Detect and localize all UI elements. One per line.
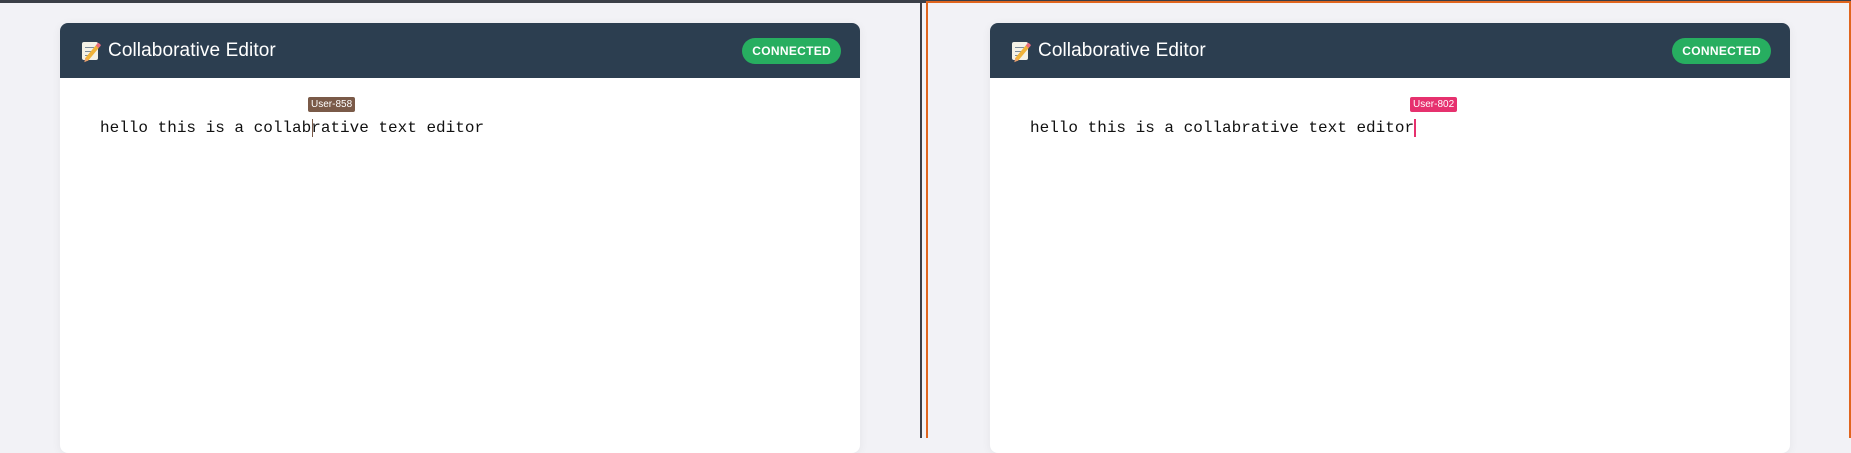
editor-content[interactable]: hello this is a collabrative text editor: [100, 119, 484, 137]
memo-icon: [80, 40, 102, 62]
editor-title: Collaborative Editor: [108, 39, 276, 61]
remote-cursor-caret: [1414, 119, 1416, 137]
text-editor-area[interactable]: hello this is a collabrative text editor…: [990, 78, 1790, 438]
connection-status-badge: CONNECTED: [1672, 37, 1771, 64]
browser-pane-right: Collaborative Editor CONNECTED hello thi…: [926, 1, 1851, 453]
connection-status-badge: CONNECTED: [742, 37, 841, 64]
remote-cursor-label: User-858: [308, 97, 356, 112]
title-group: Collaborative Editor: [1010, 40, 1206, 62]
remote-cursor-caret: [312, 119, 313, 137]
pane-divider: [920, 0, 922, 438]
title-group: Collaborative Editor: [80, 40, 276, 62]
browser-pane-left: Collaborative Editor CONNECTED hello thi…: [0, 3, 920, 453]
editor-header: Collaborative Editor CONNECTED: [990, 23, 1790, 78]
editor-header: Collaborative Editor CONNECTED: [60, 23, 860, 78]
editor-content[interactable]: hello this is a collabrative text editor: [1030, 119, 1414, 137]
text-editor-area[interactable]: hello this is a collabrative text editor…: [60, 78, 860, 438]
editor-card: Collaborative Editor CONNECTED hello thi…: [990, 23, 1790, 453]
editor-card: Collaborative Editor CONNECTED hello thi…: [60, 23, 860, 453]
memo-icon: [1010, 40, 1032, 62]
remote-cursor-label: User-802: [1410, 97, 1458, 112]
editor-title: Collaborative Editor: [1038, 39, 1206, 61]
